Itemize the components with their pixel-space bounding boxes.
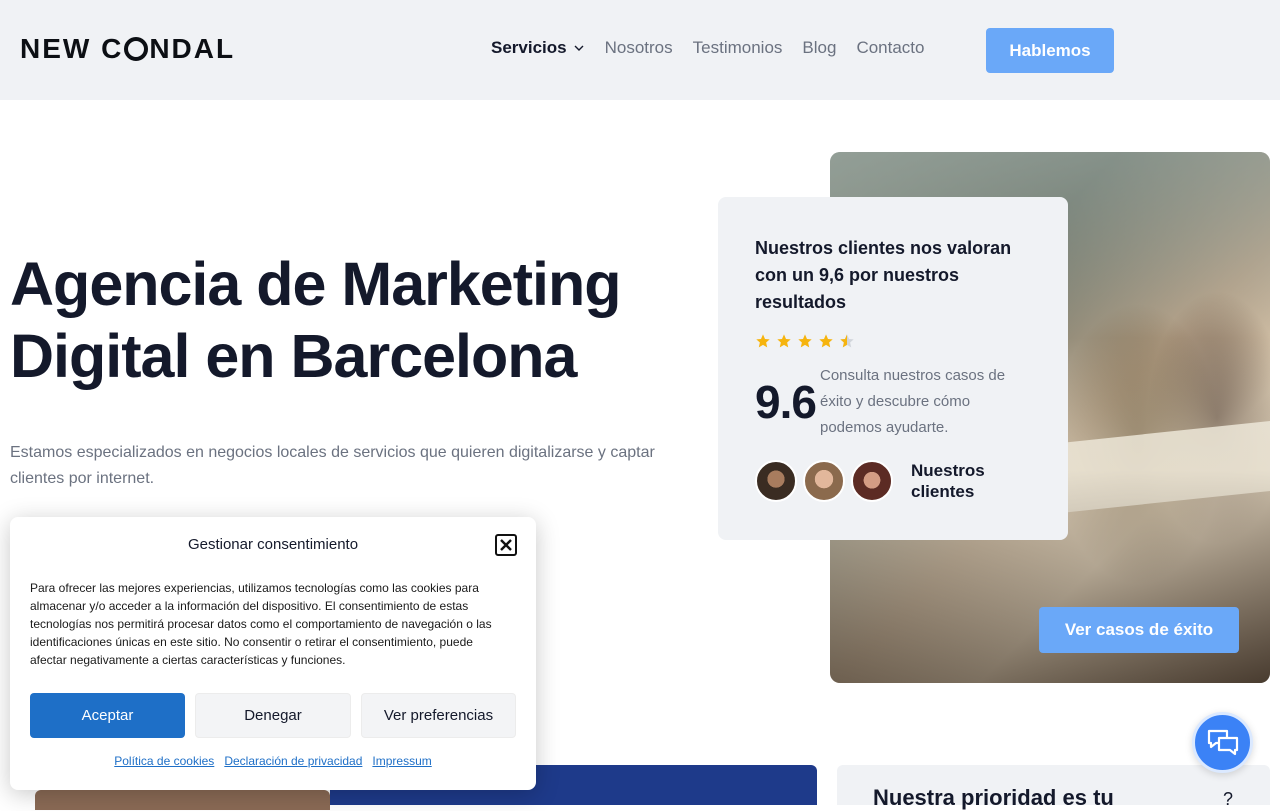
avatar (851, 460, 893, 502)
section-image (35, 790, 330, 810)
chevron-down-icon (574, 45, 584, 51)
consent-modal: Gestionar consentimiento Para ofrecer la… (10, 517, 536, 790)
star-half-icon (840, 334, 854, 348)
logo-text-part2: NDAL (149, 33, 236, 64)
impressum-link[interactable]: Impressum (372, 754, 431, 768)
nav-item-label: Servicios (491, 38, 567, 57)
hero-subtitle: Estamos especializados en negocios local… (10, 444, 655, 487)
clients-label: Nuestros clientes (911, 461, 985, 501)
rating-card-title: Nuestros clientes nos valoran con un 9,6… (755, 238, 1012, 312)
logo-text-part1: NEW C (20, 33, 124, 64)
consent-title: Gestionar consentimiento (187, 536, 359, 553)
star-icon (798, 334, 812, 348)
nav-item-blog[interactable]: Blog (802, 38, 836, 58)
hero-title-line2: Digital en Barcelona (10, 322, 577, 390)
star-icon (777, 334, 791, 348)
consent-links: Política de cookies Declaración de priva… (10, 754, 536, 768)
deny-button[interactable]: Denegar (195, 693, 351, 738)
nav-item-nosotros[interactable]: Nosotros (605, 38, 673, 58)
cookie-policy-link[interactable]: Política de cookies (114, 754, 214, 768)
consent-body: Para ofrecer las mejores experiencias, u… (30, 581, 492, 667)
main-nav: Servicios Nosotros Testimonios Blog Cont… (491, 38, 944, 58)
hero-title-line1: Agencia de Marketing (10, 250, 621, 318)
avatar (803, 460, 845, 502)
nav-item-testimonios[interactable]: Testimonios (693, 38, 783, 58)
chat-button[interactable] (1192, 712, 1253, 773)
site-header: NEW C NDAL Servicios Nosotros Testimonios… (0, 0, 1280, 100)
rating-card: Nuestros clientes nos valoran con un 9,6… (718, 197, 1068, 540)
priority-card-title: Nuestra prioridad es tu (873, 785, 1114, 810)
ver-casos-button[interactable]: Ver casos de éxito (1039, 607, 1239, 653)
star-icon (819, 334, 833, 348)
priority-card: Nuestra prioridad es tu ? (837, 765, 1270, 810)
privacy-statement-link[interactable]: Declaración de privacidad (224, 754, 362, 768)
rating-score: 9.6 (755, 376, 817, 428)
rating-score-text: Consulta nuestros casos de éxito y descu… (820, 367, 1006, 436)
nav-item-contacto[interactable]: Contacto (856, 38, 924, 58)
chat-icon (1207, 729, 1238, 755)
client-avatars (755, 460, 899, 502)
star-icon (756, 334, 770, 348)
hablemos-button[interactable]: Hablemos (986, 28, 1114, 73)
close-icon[interactable] (495, 534, 517, 556)
nav-item-servicios[interactable]: Servicios (491, 38, 585, 58)
avatar (755, 460, 797, 502)
hero-title: Agencia de Marketing Digital en Barcelon… (10, 248, 621, 392)
logo[interactable]: NEW C NDAL (20, 33, 235, 65)
star-rating (755, 333, 860, 349)
preferences-button[interactable]: Ver preferencias (361, 693, 516, 738)
accept-button[interactable]: Aceptar (30, 693, 185, 738)
logo-o-icon (124, 37, 149, 61)
